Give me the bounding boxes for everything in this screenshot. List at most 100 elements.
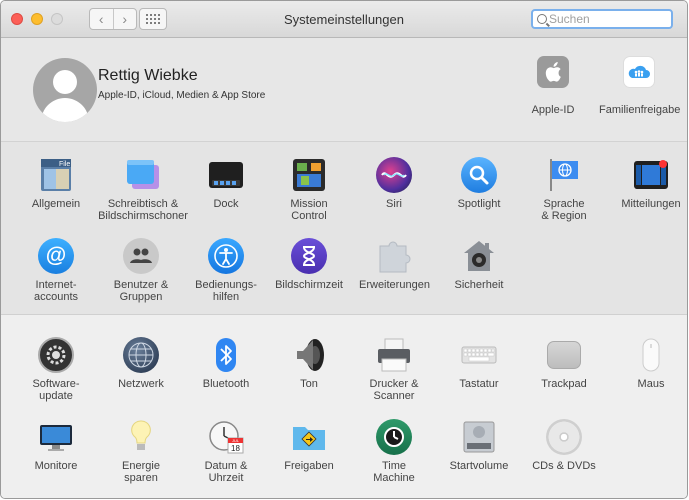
notifications-icon <box>633 157 669 193</box>
pane-label: Erweiterungen <box>359 279 430 291</box>
general-icon: File <box>38 157 74 193</box>
time-machine-icon <box>376 419 412 455</box>
pane-label: Bildschirmzeit <box>275 279 343 291</box>
keyboard-icon <box>461 337 497 373</box>
pane-label: Bedienungs- hilfen <box>195 279 257 303</box>
desktop-screensaver-icon <box>125 157 161 193</box>
family-sharing-label: Familienfreigabe <box>599 104 681 116</box>
printer-icon <box>376 337 412 373</box>
pane-notifications[interactable]: Mitteilungen <box>616 157 686 210</box>
pane-label: Sprache & Region <box>541 198 587 222</box>
pane-label: Ton <box>300 378 318 390</box>
pane-screen-time[interactable]: Bildschirmzeit <box>274 238 344 291</box>
search-icon <box>537 14 547 24</box>
pane-printers-scanners[interactable]: Drucker & Scanner <box>359 337 429 402</box>
pane-software-update[interactable]: Software- update <box>21 337 91 402</box>
apple-id-label: Apple-ID <box>531 104 575 116</box>
calendar-day: 18 <box>231 444 240 453</box>
user-name[interactable]: Rettig Wiebke <box>98 67 198 85</box>
users-groups-icon <box>123 238 159 274</box>
pane-cds-dvds[interactable]: CDs & DVDs <box>529 419 599 472</box>
flag-globe-icon <box>546 157 582 193</box>
pane-dock[interactable]: Dock <box>191 157 261 210</box>
pane-mouse[interactable]: Maus <box>616 337 686 390</box>
pane-mission-control[interactable]: Mission Control <box>274 157 344 222</box>
apple-id-banner: Rettig Wiebke Apple-ID, iCloud, Medien &… <box>1 38 687 142</box>
pane-keyboard[interactable]: Tastatur <box>444 337 514 390</box>
accessibility-icon <box>208 238 244 274</box>
puzzle-piece-icon <box>376 238 412 274</box>
siri-icon <box>376 157 412 193</box>
pane-users-groups[interactable]: Benutzer & Gruppen <box>106 238 176 303</box>
pane-spotlight[interactable]: Spotlight <box>444 157 514 210</box>
pane-label: Software- update <box>32 378 80 402</box>
clock-calendar-icon: JUL 18 <box>208 419 244 455</box>
pane-desktop-screensaver[interactable]: Schreibtisch & Bildschirmschoner <box>98 157 188 222</box>
search-field[interactable] <box>531 9 673 29</box>
hourglass-icon <box>291 238 327 274</box>
pane-time-machine[interactable]: Time Machine <box>359 419 429 484</box>
pane-displays[interactable]: Monitore <box>21 419 91 472</box>
pane-accessibility[interactable]: Bedienungs- hilfen <box>191 238 261 303</box>
light-bulb-icon <box>123 419 159 455</box>
pane-language-region[interactable]: Sprache & Region <box>529 157 599 222</box>
pane-label: Dock <box>213 198 239 210</box>
pane-network[interactable]: Netzwerk <box>106 337 176 390</box>
pane-trackpad[interactable]: Trackpad <box>529 337 599 390</box>
bluetooth-icon <box>208 337 244 373</box>
dock-icon <box>208 157 244 193</box>
pane-label: Trackpad <box>541 378 587 390</box>
mission-control-icon <box>291 157 327 193</box>
personal-panes-section: File Allgemein Schreibtisch & Bildschirm… <box>1 142 687 315</box>
pane-label: Sicherheit <box>454 279 504 291</box>
pane-label: Mission Control <box>290 198 328 222</box>
pane-siri[interactable]: Siri <box>359 157 429 210</box>
trackpad-icon <box>547 341 581 369</box>
pane-general[interactable]: File Allgemein <box>21 157 91 210</box>
pane-internet-accounts[interactable]: @ Internet- accounts <box>21 238 91 303</box>
pane-label: Siri <box>386 198 402 210</box>
title-bar: ‹ › Systemeinstellungen <box>1 1 687 38</box>
family-sharing-icon <box>623 56 655 88</box>
house-security-icon <box>461 238 497 274</box>
calendar-month: JUL <box>232 438 240 443</box>
pane-label: Allgemein <box>31 198 81 210</box>
speaker-icon <box>291 337 327 373</box>
apple-id-pane[interactable]: Apple-ID <box>513 56 593 116</box>
pane-label: CDs & DVDs <box>532 460 596 472</box>
avatar[interactable] <box>33 58 97 122</box>
system-preferences-window: ‹ › Systemeinstellungen Rettig Wiebke Ap… <box>0 0 688 499</box>
pane-extensions[interactable]: Erweiterungen <box>359 238 430 291</box>
pane-sharing[interactable]: Freigaben <box>274 419 344 472</box>
pane-label: Startvolume <box>449 460 509 472</box>
pane-label: Tastatur <box>459 378 499 390</box>
mouse-icon <box>633 337 669 373</box>
pane-label: Mitteilungen <box>621 198 681 210</box>
sharing-folder-icon <box>291 419 327 455</box>
pane-label: Freigaben <box>284 460 334 472</box>
user-subtitle: Apple-ID, iCloud, Medien & App Store <box>98 90 266 101</box>
pane-label: Benutzer & Gruppen <box>113 279 169 303</box>
apple-logo-icon <box>537 56 569 88</box>
pane-label: Datum & Uhrzeit <box>204 460 248 484</box>
pane-label: Time Machine <box>373 460 415 484</box>
search-input[interactable] <box>549 12 659 26</box>
family-sharing-pane[interactable]: Familienfreigabe <box>599 56 681 116</box>
spotlight-icon <box>461 157 497 193</box>
network-globe-icon <box>123 337 159 373</box>
pane-security[interactable]: Sicherheit <box>444 238 514 291</box>
pane-startup-disk[interactable]: Startvolume <box>444 419 514 472</box>
hardware-panes-section: Software- update Netzwerk Bluetooth Ton … <box>1 315 687 498</box>
pane-label: Energie sparen <box>122 460 160 484</box>
pane-bluetooth[interactable]: Bluetooth <box>191 337 261 390</box>
pane-energy-saver[interactable]: Energie sparen <box>106 419 176 484</box>
pane-sound[interactable]: Ton <box>274 337 344 390</box>
pane-label: Schreibtisch & Bildschirmschoner <box>98 198 188 222</box>
pane-label: Drucker & Scanner <box>369 378 419 402</box>
svg-text:File: File <box>59 161 70 168</box>
hard-drive-icon <box>461 419 497 455</box>
pane-date-time[interactable]: JUL 18 Datum & Uhrzeit <box>191 419 261 484</box>
pane-label: Internet- accounts <box>33 279 79 303</box>
at-sign-icon: @ <box>38 238 74 274</box>
disc-icon <box>546 419 582 455</box>
